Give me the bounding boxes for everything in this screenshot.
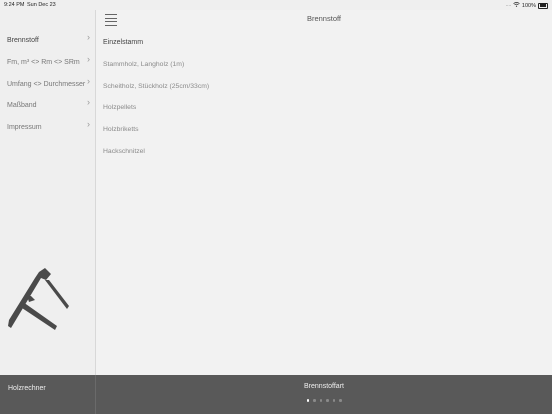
footer-center: Brennstoffart	[96, 375, 552, 414]
page-dot[interactable]	[319, 399, 322, 402]
page-dot[interactable]	[326, 399, 329, 402]
sidebar-item-umfang-durchmesser[interactable]: Umfang <> Durchmesser ›	[0, 74, 95, 94]
sidebar-item-label: Fm, m³ <> Rm <> SRm	[7, 58, 80, 66]
signal-icon: ····	[505, 2, 512, 9]
footer-bar: Holzrechner Brennstoffart	[0, 375, 552, 414]
page-indicator[interactable]	[96, 399, 552, 402]
chevron-right-icon: ›	[87, 119, 90, 129]
sidebar-item-brennstoff[interactable]: Brennstoff ›	[0, 30, 95, 50]
app-name: Holzrechner	[8, 385, 46, 392]
chevron-right-icon: ›	[87, 97, 90, 107]
page-dot[interactable]	[332, 399, 335, 402]
sidebar-item-massband[interactable]: Maßband ›	[0, 95, 95, 115]
status-time: 9:24 PM	[4, 2, 25, 8]
page-dot[interactable]	[313, 399, 316, 402]
status-date: Sun Dec 23	[27, 2, 56, 8]
footer-left: Holzrechner	[0, 375, 96, 414]
list-item-stammholz[interactable]: Stammholz, Langholz (1m)	[103, 54, 533, 74]
chevron-right-icon: ›	[87, 32, 90, 42]
sidebar-item-label: Brennstoff	[7, 36, 39, 44]
main-panel: Brennstoff Einzelstamm Stammholz, Langho…	[96, 0, 552, 375]
battery-icon	[538, 2, 548, 9]
sidebar-item-fm-rm-srm[interactable]: Fm, m³ <> Rm <> SRm ›	[0, 52, 95, 72]
footer-section-title: Brennstoffart	[304, 383, 344, 390]
wifi-icon	[513, 2, 520, 9]
chevron-right-icon: ›	[87, 54, 90, 64]
list-item-holzpellets[interactable]: Holzpellets	[103, 97, 533, 117]
status-bar: 9:24 PM Sun Dec 23 ···· 100%	[0, 0, 552, 10]
caliper-logo	[8, 268, 69, 330]
list-item-scheitholz[interactable]: Scheitholz, Stückholz (25cm/33cm)	[103, 76, 533, 96]
sidebar-item-label: Maßband	[7, 101, 37, 109]
section-header-einzelstamm: Einzelstamm	[103, 38, 144, 46]
sidebar-item-label: Umfang <> Durchmesser	[7, 80, 86, 88]
list-item-hackschnitzel[interactable]: Hackschnitzel	[103, 141, 533, 161]
sidebar: Brennstoff › Fm, m³ <> Rm <> SRm › Umfan…	[0, 0, 96, 375]
chevron-right-icon: ›	[87, 76, 90, 86]
sidebar-item-label: Impressum	[7, 123, 42, 131]
page-title: Brennstoff	[306, 14, 342, 23]
battery-percent: 100%	[521, 2, 536, 9]
page-dot[interactable]	[339, 399, 342, 402]
list-item-holzbriketts[interactable]: Holzbriketts	[103, 119, 533, 139]
sidebar-item-impressum[interactable]: Impressum ›	[0, 117, 95, 137]
status-right: ···· 100%	[506, 2, 548, 9]
page-dot[interactable]	[306, 399, 309, 402]
